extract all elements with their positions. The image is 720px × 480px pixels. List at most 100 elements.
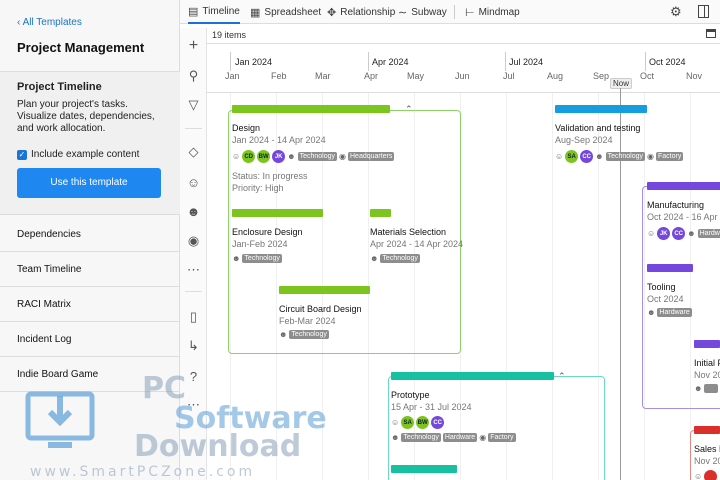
task-priority: Priority: High xyxy=(232,183,284,193)
panel-toggle-icon[interactable] xyxy=(698,5,709,18)
enclosure-bar[interactable] xyxy=(232,209,323,217)
all-templates-link[interactable]: ‹ All Templates xyxy=(17,17,82,28)
sidebar-item-incident-log[interactable]: Incident Log xyxy=(17,334,72,345)
tooling-bar[interactable] xyxy=(647,264,693,272)
include-example-checkbox[interactable]: ✓ Include example content xyxy=(17,149,139,160)
design-bar[interactable] xyxy=(232,105,390,113)
initial-bar[interactable] xyxy=(694,340,720,348)
task-date: Jan 2024 - 14 Apr 2024 xyxy=(232,135,326,145)
timeline-icon: ▤ xyxy=(188,5,199,18)
person-icon: ☺ xyxy=(647,229,656,238)
tag: Hardware xyxy=(657,308,692,317)
tab-timeline[interactable]: ▤ Timeline xyxy=(188,0,240,24)
divider xyxy=(185,128,202,129)
milestone-icon[interactable]: ◇ xyxy=(180,142,207,162)
task-date: Aug-Sep 2024 xyxy=(555,135,613,145)
more-icon[interactable]: ⋯ xyxy=(180,395,207,415)
circuit-bar[interactable] xyxy=(279,286,370,294)
divider xyxy=(0,391,180,392)
tab-relationship[interactable]: ✥ Relationship xyxy=(327,0,395,24)
mindmap-icon: ⊢ xyxy=(465,6,475,19)
gear-icon[interactable]: ⚙ xyxy=(670,4,682,20)
team-icon[interactable]: ☻ xyxy=(180,201,207,221)
quarter-tick xyxy=(645,52,646,71)
more-icon[interactable]: ⋯ xyxy=(180,260,207,280)
quarter-label: Oct 2024 xyxy=(649,57,686,67)
divider xyxy=(0,356,180,357)
filter-icon[interactable]: ▽ xyxy=(180,95,207,115)
collapse-caret-icon[interactable]: ⌃ xyxy=(405,104,413,115)
location-icon[interactable]: ◉ xyxy=(180,231,207,251)
month-label: Feb xyxy=(271,71,287,81)
month-label: Nov xyxy=(686,71,703,81)
task-meta: ☻ xyxy=(694,384,719,393)
team-icon: ☻ xyxy=(232,254,241,263)
task-date: Oct 2024 - 16 Apr 2025 xyxy=(647,212,720,222)
person-icon: ☺ xyxy=(694,472,703,480)
sidebar-item-dependencies[interactable]: Dependencies xyxy=(17,229,81,240)
quarter-tick xyxy=(368,52,369,71)
location-icon: ◉ xyxy=(647,152,654,161)
task-title: Materials Selection xyxy=(370,227,447,237)
task-meta: ☺ xyxy=(694,470,718,480)
relationship-icon: ✥ xyxy=(327,6,337,19)
task-title: Manufacturing xyxy=(647,200,705,210)
view-tabs: ▤ Timeline ▦ Spreadsheet ✥ Relationship … xyxy=(180,0,720,24)
prototype-subtask-bar[interactable] xyxy=(391,465,457,473)
avatar: CD xyxy=(242,150,256,163)
help-icon[interactable]: ? xyxy=(180,366,207,386)
team-icon: ☻ xyxy=(370,254,379,263)
month-label: May xyxy=(407,71,425,81)
tag: Technology xyxy=(605,152,646,161)
task-title: Sales P xyxy=(694,444,720,454)
timeline-header: Jan 2024 Apr 2024 Jul 2024 Oct 2024 Jan … xyxy=(207,43,720,93)
tag: Hardware xyxy=(442,433,478,442)
sales-bar[interactable] xyxy=(694,426,720,434)
location-icon: ◉ xyxy=(339,152,346,161)
tab-label: Mindmap xyxy=(478,6,520,18)
items-bar: 19 items xyxy=(207,27,720,43)
task-date: Apr 2024 - 14 Apr 2024 xyxy=(370,239,464,249)
validation-bar[interactable] xyxy=(555,105,647,113)
collapse-icon[interactable] xyxy=(706,29,716,38)
tag: Technology xyxy=(297,152,338,161)
person-icon: ☺ xyxy=(555,152,564,161)
sidebar-item-indie-board-game[interactable]: Indie Board Game xyxy=(17,369,98,380)
divider xyxy=(0,214,180,215)
prototype-bar[interactable] xyxy=(391,372,554,380)
template-sidebar: ‹ All Templates Project Management Proje… xyxy=(0,0,180,480)
team-icon: ☻ xyxy=(287,152,296,161)
divider xyxy=(454,5,455,19)
sidebar-item-team-timeline[interactable]: Team Timeline xyxy=(17,264,81,275)
tab-subway[interactable]: ∼ Subway xyxy=(398,0,447,24)
tab-spreadsheet[interactable]: ▦ Spreadsheet xyxy=(250,0,321,24)
team-icon: ☻ xyxy=(647,308,656,317)
divider xyxy=(185,291,202,292)
connector-icon[interactable]: ↳ xyxy=(180,336,207,356)
month-label: Apr xyxy=(364,71,379,81)
sidebar-item-raci-matrix[interactable]: RACI Matrix xyxy=(17,299,71,310)
bookmark-icon[interactable]: ▯ xyxy=(180,307,207,327)
avatar: BW xyxy=(257,150,271,163)
tab-mindmap[interactable]: ⊢ Mindmap xyxy=(465,0,520,24)
team-icon: ☻ xyxy=(391,433,400,442)
now-marker: Now xyxy=(610,78,633,89)
tag: Hardware xyxy=(697,229,720,238)
task-title: Circuit Board Design xyxy=(279,304,362,314)
task-meta: ☺ SA CC ☻ Technology ◉ Factory xyxy=(555,150,684,163)
task-meta: ☺ SA BW CC xyxy=(391,416,445,429)
avatar: JK xyxy=(272,150,286,163)
manufacturing-bar[interactable] xyxy=(647,182,720,190)
search-icon[interactable]: ⚲ xyxy=(180,66,207,86)
collapse-caret-icon[interactable]: ⌃ xyxy=(558,371,566,382)
tag: Headquarters xyxy=(348,152,395,161)
tag: Technology xyxy=(380,254,420,263)
add-icon[interactable]: + xyxy=(180,36,207,56)
materials-bar[interactable] xyxy=(370,209,391,217)
month-label: Jun xyxy=(455,71,470,81)
month-label: Sep xyxy=(593,71,610,81)
use-template-button[interactable]: Use this template xyxy=(17,168,161,198)
person-icon[interactable]: ☺ xyxy=(180,172,207,192)
task-title: Tooling xyxy=(647,282,676,292)
task-title: Validation and testing xyxy=(555,123,641,133)
